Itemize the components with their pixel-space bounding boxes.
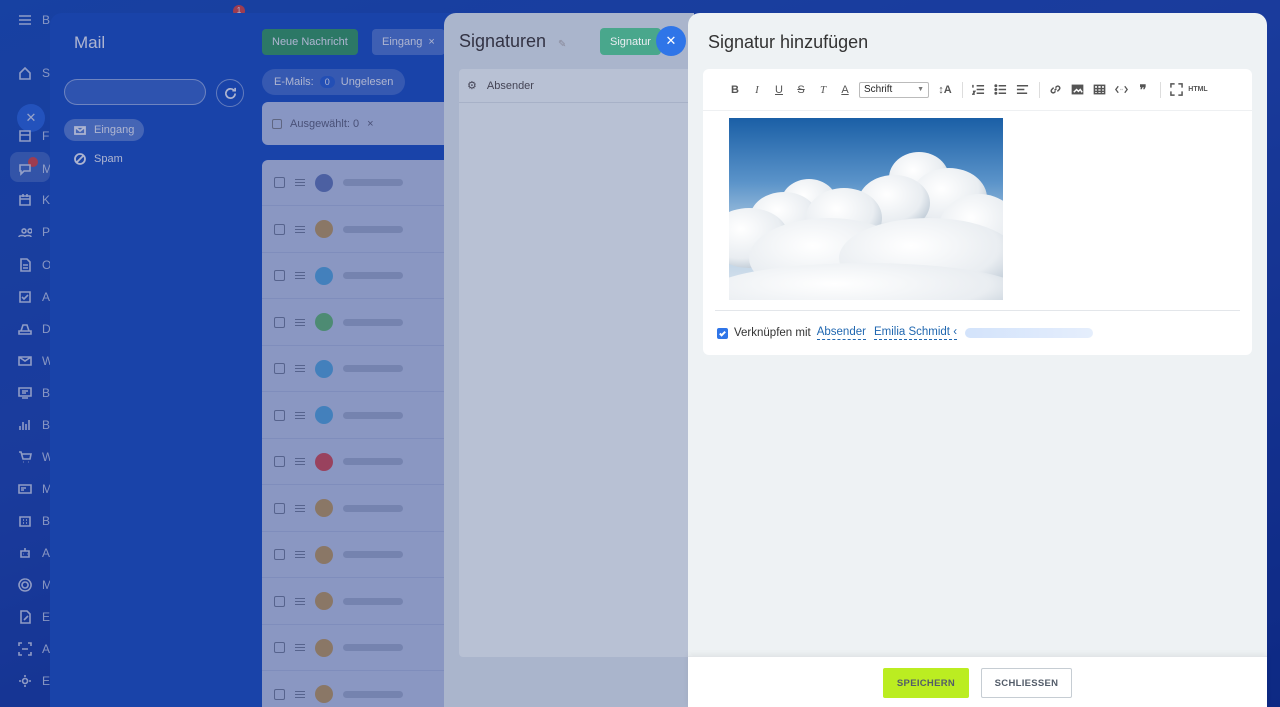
pencil-icon[interactable]: ✎ bbox=[558, 39, 568, 50]
signatures-list-header: ⚙ Absender bbox=[459, 69, 699, 103]
signature-editor[interactable]: B I U S T A Schrift ▼ ↕A ❞ HTML Verknüpf… bbox=[703, 69, 1252, 355]
signatures-list: ⚙ Absender bbox=[459, 69, 699, 657]
html-button[interactable]: HTML bbox=[1188, 81, 1208, 99]
fullscreen-button[interactable] bbox=[1166, 81, 1186, 99]
link-checkbox[interactable] bbox=[717, 327, 728, 339]
strikethrough-button[interactable]: S bbox=[791, 81, 811, 99]
table-button[interactable] bbox=[1089, 81, 1109, 99]
toolbar-divider bbox=[962, 81, 963, 98]
clear-format-button[interactable]: T bbox=[813, 81, 833, 99]
font-size-button[interactable]: ↕A bbox=[935, 81, 955, 99]
page-title: Signatur hinzufügen bbox=[708, 32, 869, 52]
quote-icon: ❞ bbox=[1139, 81, 1147, 97]
font-select[interactable]: Schrift ▼ bbox=[859, 81, 929, 98]
close-button[interactable]: SCHLIESSEN bbox=[981, 668, 1072, 698]
text-color-button[interactable]: A bbox=[835, 81, 855, 99]
underline-button[interactable]: U bbox=[769, 81, 789, 99]
ordered-list-icon bbox=[971, 84, 984, 95]
bullet-list-button[interactable] bbox=[990, 81, 1010, 99]
image-icon bbox=[1071, 84, 1083, 95]
bullet-list-icon bbox=[993, 84, 1006, 95]
italic-button[interactable]: I bbox=[747, 81, 767, 99]
code-icon bbox=[1114, 85, 1128, 94]
toolbar-divider bbox=[1039, 81, 1040, 98]
table-icon bbox=[1093, 84, 1105, 95]
link-icon bbox=[1050, 85, 1060, 94]
signature-image[interactable] bbox=[729, 118, 1003, 300]
fullscreen-icon bbox=[1169, 83, 1183, 96]
save-button[interactable]: SPEICHERN bbox=[883, 668, 969, 698]
editor-toolbar: B I U S T A Schrift ▼ ↕A ❞ HTML bbox=[703, 69, 1252, 111]
editor-divider bbox=[715, 310, 1240, 311]
toolbar-divider bbox=[1160, 81, 1161, 98]
signatures-title: Signaturen bbox=[459, 31, 547, 51]
link-sender-dropdown[interactable]: Emilia Schmidt ‹ bbox=[873, 326, 958, 340]
ordered-list-button[interactable] bbox=[968, 81, 988, 99]
bold-button[interactable]: B bbox=[725, 81, 745, 99]
add-signature-slider: Signatur hinzufügen B I U S T A Schrift ▼… bbox=[688, 13, 1267, 707]
close-slider-button[interactable]: ✕ bbox=[656, 26, 686, 56]
check-icon bbox=[719, 330, 726, 337]
slider-footer: SPEICHERN SCHLIESSEN bbox=[688, 656, 1267, 707]
link-type-dropdown[interactable]: Absender bbox=[816, 326, 866, 340]
link-button[interactable] bbox=[1045, 81, 1065, 99]
signatures-panel: Signaturen ✎ Signatur ⚙ Absender bbox=[444, 13, 699, 707]
link-sender-row: Verknüpfen mit Absender Emilia Schmidt ‹ bbox=[717, 326, 1094, 340]
add-signature-button[interactable]: Signatur bbox=[600, 28, 661, 55]
sender-email-redacted bbox=[965, 328, 1094, 338]
chevron-down-icon: ▼ bbox=[917, 86, 924, 93]
align-button[interactable] bbox=[1012, 81, 1032, 99]
quote-button[interactable]: ❞ bbox=[1133, 81, 1153, 99]
close-icon: ✕ bbox=[665, 33, 677, 48]
gear-icon[interactable]: ⚙ bbox=[467, 79, 477, 92]
align-left-icon bbox=[1016, 85, 1028, 94]
image-button[interactable] bbox=[1067, 81, 1087, 99]
code-button[interactable] bbox=[1111, 81, 1131, 99]
